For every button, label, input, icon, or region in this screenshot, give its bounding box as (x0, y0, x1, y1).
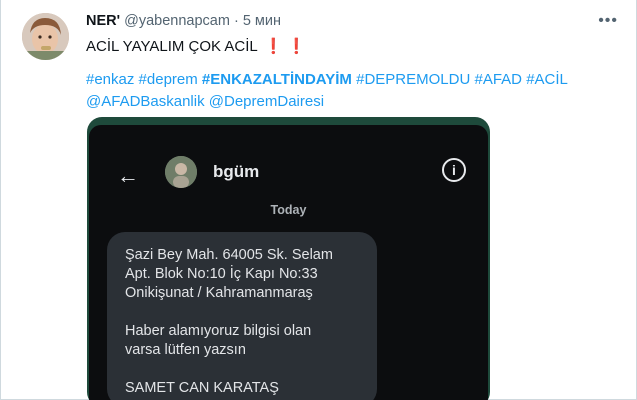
hashtag-line-1: #enkaz #deprem #ENKAZALTİNDAYİM #DEPREMO… (86, 69, 568, 91)
hashtag-0[interactable]: #enkaz (86, 71, 134, 88)
date-label: Today (270, 203, 307, 217)
message-line: SAMET CAN KARATAŞ (125, 380, 279, 396)
hashtag-5[interactable]: #ACİL (526, 71, 568, 88)
message-gap (125, 303, 359, 322)
contact-name: bgüm (213, 162, 260, 181)
media-image[interactable]: ← bgüm i Today Şazi Bey Mah. 64005 Sk. S… (87, 117, 490, 400)
more-icon[interactable]: ••• (598, 12, 618, 30)
exclamation-icon: ❗ ❗ (264, 38, 306, 55)
author-handle[interactable]: @yabennapcam (124, 13, 230, 29)
phone-screenshot: ← bgüm i Today Şazi Bey Mah. 64005 Sk. S… (89, 125, 488, 400)
message-line: varsa lütfen yazsın (125, 342, 246, 358)
hashtag-1[interactable]: #deprem (139, 71, 198, 88)
tweet-header: NER' @yabennapcam · 5 мин (86, 13, 281, 29)
separator: · (233, 13, 239, 29)
contact-avatar (165, 156, 197, 188)
tweet-time[interactable]: 5 мин (243, 13, 281, 29)
avatar-photo (22, 13, 69, 60)
hashtag-3[interactable]: #DEPREMOLDU (356, 71, 470, 88)
message-gap (125, 360, 359, 379)
hashtag-4[interactable]: #AFAD (474, 71, 522, 88)
hashtag-block: #enkaz #deprem #ENKAZALTİNDAYİM #DEPREMO… (86, 69, 568, 113)
message-line: Şazi Bey Mah. 64005 Sk. Selam (125, 247, 333, 263)
mention-1[interactable]: @DepremDairesi (209, 93, 324, 110)
contact-photo (165, 156, 197, 188)
message-bubble: Şazi Bey Mah. 64005 Sk. Selam Apt. Blok N… (107, 232, 377, 400)
tweet-text-body: ACİL YAYALIM ÇOK ACİL (86, 38, 258, 55)
avatar[interactable] (22, 13, 69, 60)
message-line: Onikişunat / Kahramanmaraş (125, 285, 313, 301)
author-name[interactable]: NER' (86, 13, 120, 29)
info-icon: i (442, 158, 466, 182)
message-line: Haber alamıyoruz bilgisi olan (125, 323, 312, 339)
mention-0[interactable]: @AFADBaskanlik (86, 93, 205, 110)
tweet-card[interactable]: NER' @yabennapcam · 5 мин ••• ACİL YAYAL… (0, 0, 637, 400)
mention-line: @AFADBaskanlik @DepremDairesi (86, 91, 568, 113)
hashtag-2[interactable]: #ENKAZALTİNDAYİM (202, 71, 352, 88)
message-line: Apt. Blok No:10 İç Kapı No:33 (125, 266, 318, 282)
back-arrow-icon: ← (117, 163, 139, 188)
tweet-text: ACİL YAYALIM ÇOK ACİL ❗ ❗ (86, 37, 306, 55)
